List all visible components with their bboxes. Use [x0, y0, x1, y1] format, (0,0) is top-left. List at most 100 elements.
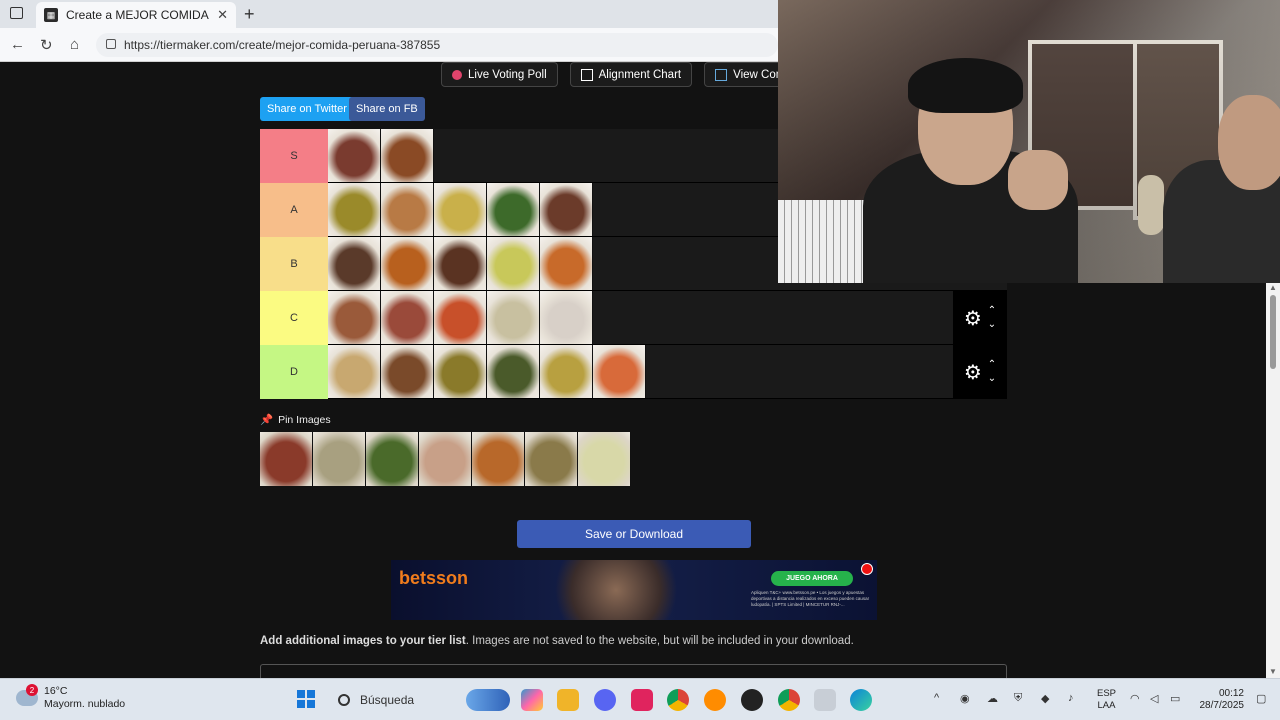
food-image[interactable] — [381, 129, 434, 182]
share-twitter-button[interactable]: Share on Twitter — [260, 97, 354, 121]
save-or-download-button[interactable]: Save or Download — [517, 520, 751, 548]
food-image[interactable] — [260, 432, 313, 486]
wifi-icon[interactable]: ◠ — [1130, 692, 1140, 705]
browser-tab[interactable]: ▦ Create a MEJOR COMIDA PERUAN ✕ — [36, 2, 236, 28]
move-up-icon[interactable]: ⌃ — [988, 358, 996, 372]
weather-widget[interactable]: 2 16°C Mayorm. nublado — [16, 684, 125, 711]
food-image[interactable] — [381, 291, 434, 344]
window-menu-icon[interactable] — [10, 7, 23, 19]
tier-label[interactable]: S — [260, 129, 328, 183]
food-image[interactable] — [487, 237, 540, 290]
food-image[interactable] — [434, 345, 487, 398]
notifications-icon[interactable]: ▢ — [1256, 692, 1266, 705]
add-images-input[interactable] — [260, 664, 1007, 678]
edge-icon[interactable] — [850, 689, 872, 711]
food-image[interactable] — [313, 432, 366, 486]
food-image[interactable] — [381, 183, 434, 236]
food-image[interactable] — [487, 345, 540, 398]
food-image[interactable] — [328, 129, 381, 182]
site-info-icon[interactable] — [106, 39, 116, 49]
security-icon[interactable]: ⛨ — [1014, 692, 1022, 705]
reload-icon[interactable]: ↻ — [40, 36, 53, 54]
url-field[interactable]: https://tiermaker.com/create/mejor-comid… — [96, 33, 778, 57]
food-image[interactable] — [381, 345, 434, 398]
food-image[interactable] — [328, 345, 381, 398]
food-image[interactable] — [593, 345, 646, 398]
chrome-icon[interactable] — [667, 689, 689, 711]
input-language[interactable]: ESP LAA — [1097, 688, 1116, 712]
food-image[interactable] — [328, 291, 381, 344]
live-voting-poll-button[interactable]: Live Voting Poll — [441, 62, 558, 87]
file-explorer-icon[interactable] — [557, 689, 579, 711]
tier-label[interactable]: C — [260, 291, 328, 345]
clock[interactable]: 00:12 28/7/2025 — [1196, 688, 1245, 712]
food-image[interactable] — [525, 432, 578, 486]
food-image[interactable] — [578, 432, 631, 486]
dropbox-icon[interactable]: ◆ — [1041, 692, 1049, 705]
notification-badge: 2 — [26, 684, 38, 696]
tray-app-icon[interactable]: ◉ — [960, 692, 970, 705]
food-image[interactable] — [540, 291, 593, 344]
screen: ▦ Create a MEJOR COMIDA PERUAN ✕ + ← ↻ ⌂… — [0, 0, 1280, 720]
gear-icon[interactable]: ⚙ — [964, 360, 982, 385]
tier-row: C ⚙ ⌃ ⌄ — [260, 291, 1007, 345]
alignment-chart-button[interactable]: Alignment Chart — [569, 62, 693, 87]
scroll-down-icon[interactable]: ▼ — [1269, 667, 1277, 676]
start-button-icon[interactable] — [297, 690, 315, 708]
onedrive-icon[interactable]: ☁ — [987, 692, 998, 705]
food-image[interactable] — [434, 183, 487, 236]
add-images-text: Add additional images to your tier list.… — [260, 635, 854, 647]
battery-icon[interactable]: ▭ — [1170, 692, 1180, 705]
tier-label[interactable]: D — [260, 345, 328, 399]
discord-icon[interactable] — [594, 689, 616, 711]
person-1-hair — [908, 58, 1023, 113]
page-scrollbar[interactable]: ▲ ▼ — [1266, 283, 1280, 678]
share-facebook-button[interactable]: Share on FB — [349, 97, 425, 121]
food-image[interactable] — [366, 432, 419, 486]
back-icon[interactable]: ← — [10, 36, 25, 53]
food-image[interactable] — [419, 432, 472, 486]
music-icon[interactable] — [631, 689, 653, 711]
scroll-up-icon[interactable]: ▲ — [1269, 283, 1277, 292]
food-image[interactable] — [472, 432, 525, 486]
food-image[interactable] — [328, 237, 381, 290]
ad-brand: betsson — [399, 568, 469, 588]
app-icon[interactable] — [814, 689, 836, 711]
fl-studio-icon[interactable] — [704, 689, 726, 711]
ad-cta-button[interactable]: JUEGO AHORA — [771, 571, 853, 586]
tier-row: D ⚙ ⌃ ⌄ — [260, 345, 1007, 399]
food-image[interactable] — [328, 183, 381, 236]
food-image[interactable] — [540, 183, 593, 236]
food-image[interactable] — [487, 291, 540, 344]
scrollbar-thumb[interactable] — [1270, 295, 1276, 369]
move-down-icon[interactable]: ⌄ — [988, 372, 996, 386]
taskbar-search[interactable]: Búsqueda — [330, 687, 510, 713]
food-image[interactable] — [381, 237, 434, 290]
tier-label[interactable]: A — [260, 183, 328, 237]
obs-icon[interactable] — [741, 689, 763, 711]
food-image[interactable] — [434, 237, 487, 290]
home-icon[interactable]: ⌂ — [70, 36, 79, 53]
close-tab-icon[interactable]: ✕ — [217, 7, 228, 23]
pin-images-label: 📌 Pin Images — [260, 414, 331, 426]
show-hidden-icons-icon[interactable]: ^ — [934, 692, 939, 704]
microphone-icon[interactable]: ♪ — [1068, 692, 1074, 704]
person-1-hand — [1008, 150, 1068, 210]
ad-fine-print: Apliquen T&C+ www.betsson.pe • Los juego… — [751, 590, 870, 607]
tier-items — [328, 183, 593, 236]
food-image[interactable] — [540, 345, 593, 398]
volume-icon[interactable]: ◁ — [1150, 692, 1158, 705]
food-image[interactable] — [434, 291, 487, 344]
copilot-icon[interactable] — [521, 689, 543, 711]
webcam-overlay — [778, 0, 1280, 283]
chrome-profile-icon[interactable] — [778, 689, 800, 711]
move-up-icon[interactable]: ⌃ — [988, 304, 996, 318]
betsson-ad-banner[interactable]: betsson JUEGO AHORA Apliquen T&C+ www.be… — [391, 560, 877, 620]
food-image[interactable] — [540, 237, 593, 290]
new-tab-icon[interactable]: + — [244, 4, 255, 25]
food-image[interactable] — [487, 183, 540, 236]
address-bar-row: ← ↻ ⌂ https://tiermaker.com/create/mejor… — [0, 28, 778, 62]
gear-icon[interactable]: ⚙ — [964, 306, 982, 331]
move-down-icon[interactable]: ⌄ — [988, 318, 996, 332]
tier-label[interactable]: B — [260, 237, 328, 291]
